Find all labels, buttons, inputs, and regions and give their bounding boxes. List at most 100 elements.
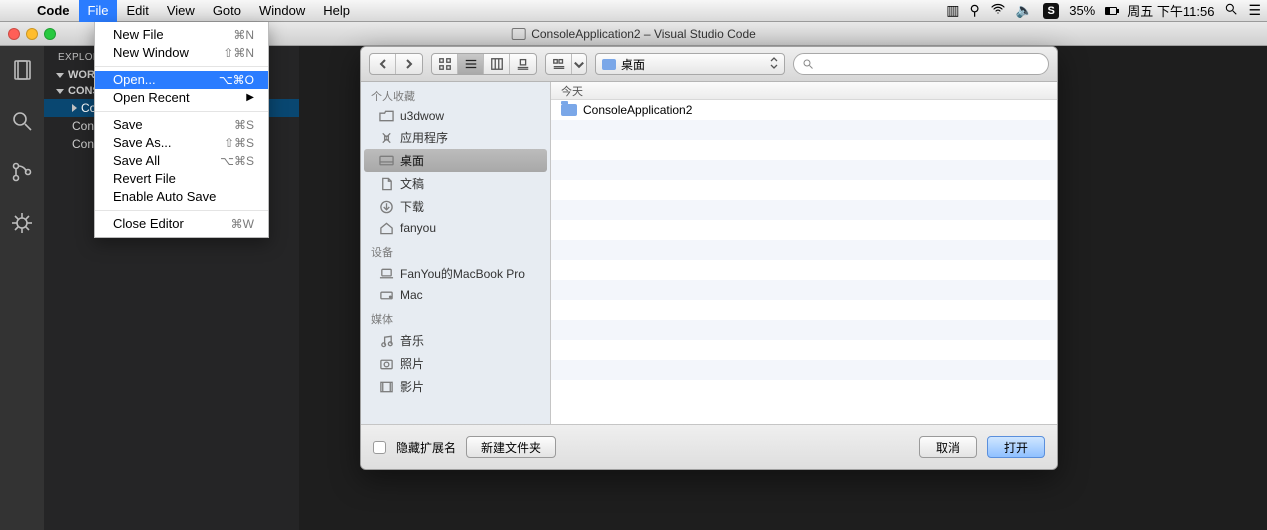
battery-icon[interactable] <box>1105 7 1117 15</box>
sidebar-item-documents[interactable]: 文稿 <box>364 172 547 195</box>
menu-open-recent[interactable]: Open Recent▶ <box>95 89 268 107</box>
laptop-icon <box>378 267 394 281</box>
sidebar-group-media: 媒体 <box>361 305 550 329</box>
menubar-status-area: ▥ ⚲ 🔈 S 35% 周五 下午11:56 ☰ <box>946 1 1267 20</box>
menu-edit[interactable]: Edit <box>117 0 157 22</box>
file-row-empty <box>551 280 1057 300</box>
cancel-button[interactable]: 取消 <box>919 436 977 458</box>
dialog-sidebar: 个人收藏 u3dwow 应用程序 桌面 文稿 下载 fanyou 设备 FanY… <box>361 82 551 424</box>
spotlight-icon[interactable] <box>1224 2 1238 19</box>
arrange-button[interactable] <box>546 54 572 74</box>
movie-icon <box>378 380 394 394</box>
sidebar-item-u3dwow[interactable]: u3dwow <box>364 106 547 126</box>
sidebar-item-photos[interactable]: 照片 <box>364 352 547 375</box>
sidebar-item-downloads[interactable]: 下载 <box>364 195 547 218</box>
bluetooth-icon[interactable]: ⚲ <box>970 2 980 19</box>
new-folder-button[interactable]: 新建文件夹 <box>466 436 556 458</box>
menu-save-as[interactable]: Save As...⇧⌘S <box>95 134 268 152</box>
open-button[interactable]: 打开 <box>987 436 1045 458</box>
chevron-updown-icon <box>770 57 778 72</box>
sidebar-item-desktop[interactable]: 桌面 <box>364 149 547 172</box>
menu-help[interactable]: Help <box>314 0 359 22</box>
sidebar-item-mac-disk[interactable]: Mac <box>364 285 547 305</box>
sidebar-item-movies[interactable]: 影片 <box>364 375 547 398</box>
photo-icon <box>378 357 394 371</box>
hide-extensions-label: 隐藏扩展名 <box>396 439 456 456</box>
apps-icon <box>378 131 394 145</box>
path-selector[interactable]: 桌面 <box>595 53 785 75</box>
explorer-icon[interactable] <box>10 58 34 87</box>
menu-window[interactable]: Window <box>250 0 314 22</box>
menu-goto[interactable]: Goto <box>204 0 250 22</box>
source-control-icon[interactable] <box>10 160 34 189</box>
folder-icon <box>561 104 577 116</box>
file-row-empty <box>551 120 1057 140</box>
column-header[interactable]: 今天 <box>551 82 1057 100</box>
sidebar-item-applications[interactable]: 应用程序 <box>364 126 547 149</box>
folder-icon <box>378 109 394 123</box>
menu-new-file[interactable]: New File⌘N <box>95 26 268 44</box>
music-icon <box>378 334 394 348</box>
file-row-empty <box>551 220 1057 240</box>
menu-new-window[interactable]: New Window⇧⌘N <box>95 44 268 62</box>
menu-revert-file[interactable]: Revert File <box>95 170 268 188</box>
sidebar-item-home[interactable]: fanyou <box>364 218 547 238</box>
window-zoom-button[interactable] <box>44 28 56 40</box>
menu-file[interactable]: File <box>79 0 118 22</box>
file-list[interactable]: ConsoleApplication2 <box>551 100 1057 424</box>
menu-save[interactable]: Save⌘S <box>95 116 268 134</box>
menu-separator <box>95 111 268 112</box>
file-row-empty <box>551 340 1057 360</box>
download-icon <box>378 200 394 214</box>
menu-save-all[interactable]: Save All⌥⌘S <box>95 152 268 170</box>
search-icon[interactable] <box>10 109 34 138</box>
battery-menu-icon[interactable]: ▥ <box>946 2 959 19</box>
menu-enable-auto-save[interactable]: Enable Auto Save <box>95 188 268 206</box>
sidebar-group-devices: 设备 <box>361 238 550 262</box>
file-row[interactable]: ConsoleApplication2 <box>551 100 1057 120</box>
view-coverflow[interactable] <box>510 54 536 74</box>
open-dialog: 桌面 个人收藏 u3dwow 应用程序 桌面 文稿 下载 fanyou 设备 F… <box>360 46 1058 470</box>
view-columns[interactable] <box>484 54 510 74</box>
dialog-footer: 隐藏扩展名 新建文件夹 取消 打开 <box>361 424 1057 469</box>
dialog-main: 今天 ConsoleApplication2 <box>551 82 1057 424</box>
menu-open[interactable]: Open...⌥⌘O <box>95 71 268 89</box>
search-input[interactable] <box>818 57 1040 71</box>
file-row-empty <box>551 360 1057 380</box>
sidebar-item-macbook[interactable]: FanYou的MacBook Pro <box>364 262 547 285</box>
volume-icon[interactable]: 🔈 <box>1016 2 1033 19</box>
arrange-dropdown[interactable] <box>572 54 586 74</box>
menu-separator <box>95 210 268 211</box>
menu-close-editor[interactable]: Close Editor⌘W <box>95 215 268 233</box>
arrange-segment <box>545 53 587 75</box>
notification-center-icon[interactable]: ☰ <box>1248 2 1261 19</box>
sidebar-item-music[interactable]: 音乐 <box>364 329 547 352</box>
input-method-icon[interactable]: S <box>1043 3 1059 19</box>
nav-back-button[interactable] <box>370 54 396 74</box>
folder-icon <box>602 59 616 70</box>
nav-forward-button[interactable] <box>396 54 422 74</box>
file-row-empty <box>551 240 1057 260</box>
file-row-empty <box>551 140 1057 160</box>
file-row-empty <box>551 180 1057 200</box>
search-field[interactable] <box>793 53 1049 75</box>
menu-view[interactable]: View <box>158 0 204 22</box>
debug-icon[interactable] <box>10 211 34 240</box>
window-close-button[interactable] <box>8 28 20 40</box>
window-minimize-button[interactable] <box>26 28 38 40</box>
clock[interactable]: 周五 下午11:56 <box>1127 1 1214 20</box>
activity-bar <box>0 46 44 530</box>
wifi-icon[interactable] <box>990 1 1006 20</box>
dialog-toolbar: 桌面 <box>361 47 1057 82</box>
file-menu-dropdown: New File⌘N New Window⇧⌘N Open...⌥⌘O Open… <box>94 22 269 238</box>
view-mode-segment <box>431 53 537 75</box>
file-row-empty <box>551 260 1057 280</box>
app-name[interactable]: Code <box>28 3 79 18</box>
file-row-empty <box>551 200 1057 220</box>
file-row-empty <box>551 320 1057 340</box>
hide-extensions-checkbox[interactable] <box>373 441 386 454</box>
macos-menubar: Code File Edit View Goto Window Help ▥ ⚲… <box>0 0 1267 22</box>
view-list[interactable] <box>458 54 484 74</box>
nav-back-forward <box>369 53 423 75</box>
view-icon-grid[interactable] <box>432 54 458 74</box>
